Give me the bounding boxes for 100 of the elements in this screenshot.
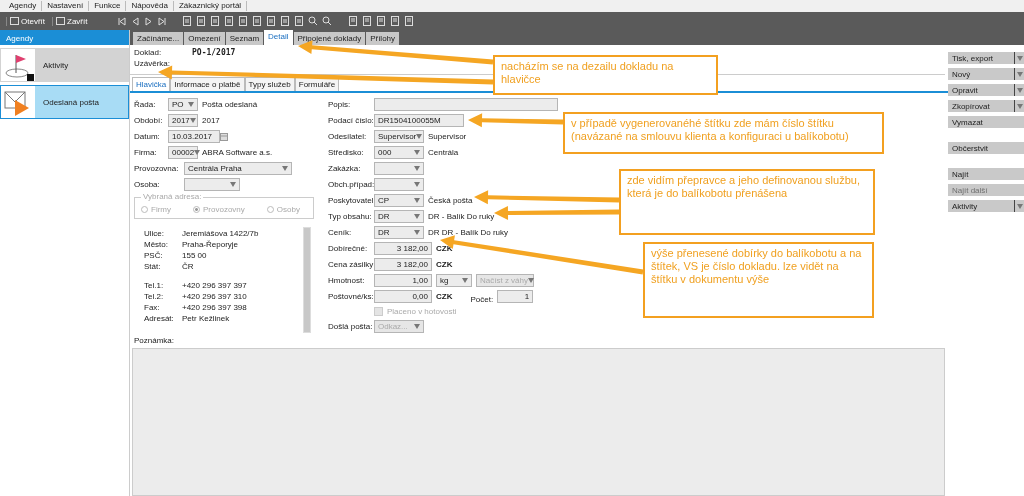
document-icon[interactable] (404, 16, 415, 26)
sidebar-item[interactable]: Odeslaná pošta (0, 85, 129, 119)
field-label: Fax: (144, 302, 161, 312)
sidebar-title: Agendy (0, 30, 129, 45)
combo-box[interactable]: 000 (374, 146, 424, 159)
document-icon[interactable] (252, 16, 263, 26)
document-icon[interactable] (376, 16, 387, 26)
document-icon[interactable] (362, 16, 373, 26)
tab[interactable]: Informace o platbě (170, 77, 245, 91)
action-button[interactable]: Občerstvit (948, 142, 1024, 154)
action-button[interactable]: Najít (948, 168, 1024, 180)
date-field[interactable]: 10.03.2017 (168, 130, 220, 143)
calendar-icon[interactable] (220, 132, 228, 141)
caret-icon[interactable] (1016, 55, 1023, 61)
sidebar-item[interactable]: Aktivity (0, 48, 129, 82)
caret-icon[interactable] (194, 150, 201, 155)
next-icon[interactable] (144, 16, 154, 26)
first-icon[interactable] (118, 16, 128, 26)
document-icon[interactable] (196, 16, 207, 26)
tab[interactable]: Hlavička (132, 77, 171, 91)
input-field[interactable]: 1 (497, 290, 534, 303)
field-value: 2017 (202, 116, 220, 125)
caret-icon[interactable] (416, 134, 423, 139)
input-field[interactable]: DR1504100055M (374, 114, 464, 127)
document-icon[interactable] (390, 16, 401, 26)
caret-icon[interactable] (462, 278, 468, 283)
input-field[interactable]: 3 182,00 (374, 258, 432, 271)
action-button[interactable]: Zkopírovat (948, 100, 1024, 112)
field-value: DR - Balík Do ruky (428, 212, 495, 221)
toolbar-button[interactable]: Otevřít (6, 16, 48, 26)
document-icon[interactable] (182, 16, 193, 26)
menu-item[interactable]: Funkce (89, 1, 127, 11)
document-icon[interactable] (238, 16, 249, 26)
field-label: Firma: (134, 148, 158, 157)
caret-icon[interactable] (282, 166, 288, 171)
caret-icon[interactable] (414, 198, 420, 203)
search-icon[interactable] (322, 16, 333, 26)
document-icon[interactable] (294, 16, 305, 26)
tab[interactable]: Připojené doklady (293, 32, 366, 45)
field-label: Odesílatel: (328, 132, 368, 141)
caret-icon[interactable] (1016, 87, 1023, 93)
combo-box[interactable]: Centrála Praha (184, 162, 292, 175)
input-field[interactable]: 0,00 (374, 290, 432, 303)
combo-box[interactable]: Supervisor (374, 130, 424, 143)
note-field[interactable] (132, 348, 945, 496)
input-field[interactable]: 3 182,00 (374, 242, 432, 255)
field-label: Poznámka: (133, 335, 176, 347)
document-icon[interactable] (210, 16, 221, 26)
combo-box[interactable] (374, 178, 424, 191)
caret-icon[interactable] (1016, 103, 1023, 109)
menu-item[interactable]: Agendy (4, 1, 43, 11)
search-icon[interactable] (308, 16, 319, 26)
callout-note: zde vidím přepravce a jeho definovanou službu, která je do balíkobotu přenášena (619, 169, 875, 235)
field-value: Praha-Řeporyje (182, 239, 239, 249)
menu-item[interactable]: Nastavení (42, 1, 90, 11)
field-label: Datum: (134, 132, 161, 141)
document-icon[interactable] (348, 16, 359, 26)
combo-box[interactable] (374, 162, 424, 175)
caret-icon[interactable] (414, 166, 420, 171)
document-icon[interactable] (224, 16, 235, 26)
action-button[interactable]: Vymazat (948, 116, 1024, 128)
combo-box[interactable]: 2017 (168, 114, 198, 127)
menu-item[interactable]: Zákaznický portál (173, 1, 248, 11)
tab[interactable]: Přílohy (366, 32, 400, 45)
field-label: Tel.2: (144, 291, 165, 301)
tab[interactable]: Seznam (225, 32, 264, 45)
action-button[interactable]: Tisk, export (948, 52, 1024, 64)
combo-box[interactable]: PO (168, 98, 198, 111)
document-icon[interactable] (280, 16, 291, 26)
combo-box[interactable]: 00002 (168, 146, 198, 159)
field-label: Provozovna: (134, 164, 180, 173)
combo-box[interactable]: CP (374, 194, 424, 207)
action-button[interactable]: Aktivity (948, 200, 1024, 212)
action-button[interactable]: Opravit (948, 84, 1024, 96)
menu-item[interactable]: Nápověda (126, 1, 174, 11)
action-button[interactable]: Nový (948, 68, 1024, 80)
tab[interactable]: Začínáme... (133, 32, 184, 45)
caret-icon[interactable] (230, 182, 236, 187)
input-field[interactable] (374, 98, 558, 111)
caret-icon[interactable] (414, 214, 420, 219)
last-icon[interactable] (157, 16, 167, 26)
caret-icon[interactable] (189, 118, 196, 123)
caret-icon[interactable] (1016, 71, 1023, 77)
caret-icon[interactable] (414, 150, 420, 155)
document-icon[interactable] (266, 16, 277, 26)
field-label: Stát: (144, 261, 162, 271)
caret-icon[interactable] (188, 102, 194, 107)
tab[interactable]: Detail (264, 30, 293, 45)
combo-box[interactable]: DR (374, 226, 424, 239)
caret-icon[interactable] (414, 182, 420, 187)
previous-icon[interactable] (131, 16, 141, 26)
caret-icon[interactable] (414, 230, 420, 235)
field-label: Došlá pošta: (328, 322, 370, 331)
scrollbar[interactable] (303, 226, 311, 333)
field-value: +420 296 397 310 (182, 291, 247, 301)
combo-box[interactable]: DR (374, 210, 424, 223)
caret-icon[interactable] (1016, 203, 1023, 209)
toolbar-button[interactable]: Zavřít (52, 16, 91, 26)
tab[interactable]: Omezení (184, 32, 225, 45)
radio-label: Firmy (151, 205, 171, 215)
